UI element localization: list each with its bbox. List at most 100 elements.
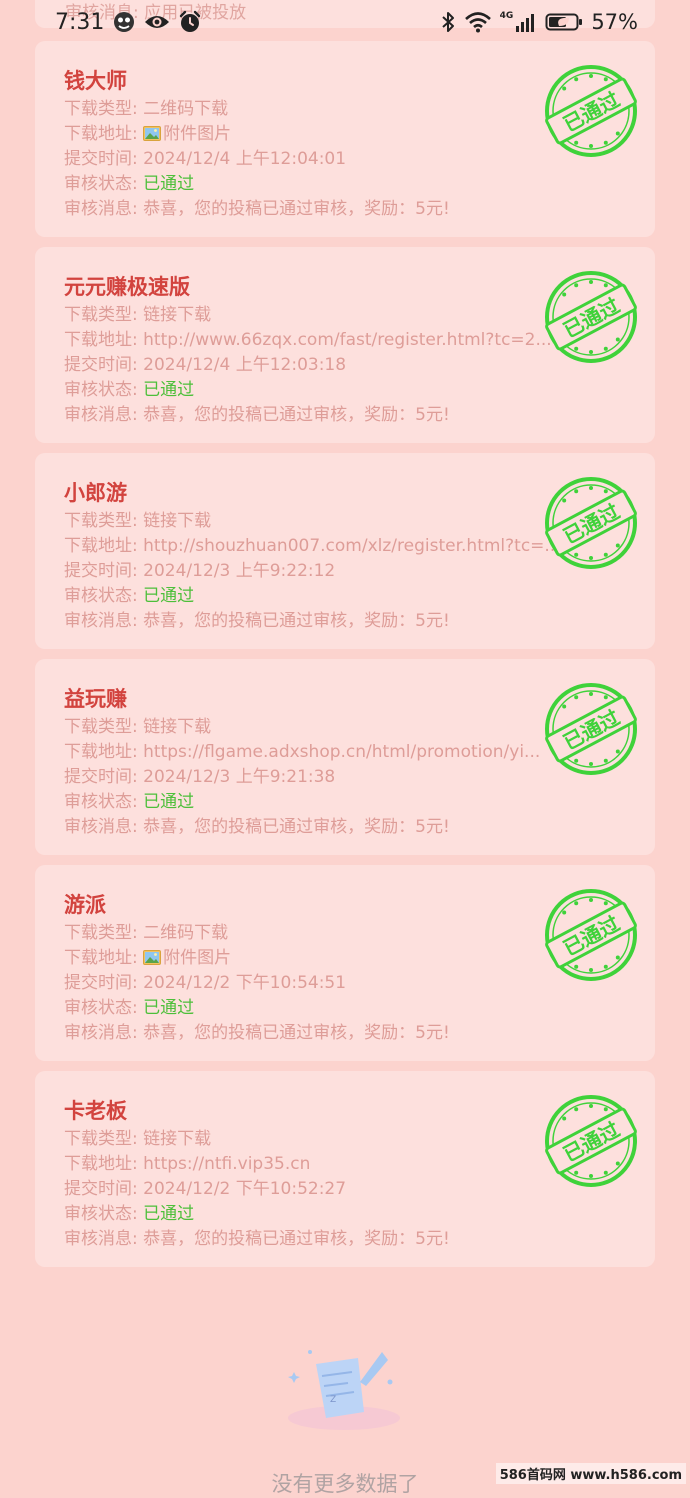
approved-stamp-icon: 已通过 [545,889,637,981]
submit-time-row: 提交时间: 2024/12/2 下午10:54:51 [64,968,624,993]
review-status-label: 审核状态: [64,586,144,606]
download-type-row: 下载类型: 二维码下载 [64,918,624,943]
submit-time-row: 提交时间: 2024/12/3 上午9:22:12 [64,556,624,581]
review-status-value: 已通过 [143,380,195,400]
download-url-label: 下载地址: [64,1154,144,1174]
download-url-value[interactable]: https://flgame.adxshop.cn/html/promotion… [143,742,540,762]
review-message-label: 审核消息: [64,1023,144,1043]
download-type-value: 二维码下载 [143,99,229,119]
download-url-row[interactable]: 下载地址: http://www.66zqx.com/fast/register… [64,325,624,350]
download-type-row: 下载类型: 二维码下载 [64,94,624,119]
review-message-row: 审核消息: 恭喜，您的投稿已通过审核，奖励：5元! [64,1018,624,1043]
download-type-label: 下载类型: [64,1129,144,1149]
download-url-label: 下载地址: [64,742,144,762]
download-url-label: 下载地址: [64,948,144,968]
review-message-label: 审核消息: [64,1229,144,1249]
signal-icon [516,14,535,32]
review-message-value: 恭喜，您的投稿已通过审核，奖励：5元! [143,1023,450,1043]
submit-time-row: 提交时间: 2024/12/3 上午9:21:38 [64,762,624,787]
download-url-value[interactable]: https://ntfi.vip35.cn [143,1154,310,1174]
eye-icon [145,16,170,28]
list-item[interactable]: 钱大师 下载类型: 二维码下载 下载地址: 附件图片 提交时间: 2024/12/4 … [35,41,655,237]
download-url-row[interactable]: 下载地址: http://shouzhuan007.com/xlz/regist… [64,531,624,556]
review-message-label: 审核消息: [64,405,144,425]
app-notification-icon [114,12,135,32]
watermark: 586首码网 www.h586.com [495,1463,686,1484]
download-type-value: 链接下载 [143,305,212,325]
bluetooth-icon [441,12,454,32]
download-type-label: 下载类型: [64,923,144,943]
review-message-label: 审核消息: [64,817,144,837]
download-type-label: 下载类型: [64,511,144,531]
review-message-value: 恭喜，您的投稿已通过审核，奖励：5元! [143,817,450,837]
review-status-row: 审核状态: 已通过 [64,1199,624,1224]
list-item[interactable]: 益玩赚 下载类型: 链接下载 下载地址: https://flgame.adxsho… [35,659,655,855]
review-status-label: 审核状态: [64,380,144,400]
download-url-value[interactable]: 附件图片 [163,124,231,144]
download-type-value: 链接下载 [143,1129,212,1149]
list-item[interactable]: 小郎游 下载类型: 链接下载 下载地址: http://shouzhuan007.c… [35,453,655,649]
download-type-row: 下载类型: 链接下载 [64,300,624,325]
submit-time-label: 提交时间: [64,149,144,169]
battery-icon [545,13,583,31]
review-message-value: 恭喜，您的投稿已通过审核，奖励：5元! [143,611,450,631]
app-title: 游派 [64,893,106,917]
battery-percentage: 57% [591,10,638,34]
review-status-row: 审核状态: 已通过 [64,375,624,400]
submit-time-value: 2024/12/4 上午12:04:01 [143,149,347,169]
review-message-label: 审核消息: [64,199,144,219]
review-status-row: 审核状态: 已通过 [64,169,624,194]
review-status-row: 审核状态: 已通过 [64,787,624,812]
review-message-label: 审核消息: [64,611,144,631]
download-type-value: 链接下载 [143,717,212,737]
download-url-row[interactable]: 下载地址: https://flgame.adxshop.cn/html/pro… [64,737,624,762]
download-url-row[interactable]: 下载地址: 附件图片 [64,943,624,968]
list-item[interactable]: 卡老板 下载类型: 链接下载 下载地址: https://ntfi.vip35.cn… [35,1071,655,1267]
review-status-value: 已通过 [143,792,195,812]
image-icon [143,126,162,141]
clock: 7:31 [55,9,105,35]
submit-time-label: 提交时间: [64,973,144,993]
app-title: 卡老板 [64,1099,127,1123]
review-status-value: 已通过 [143,586,195,606]
review-status-label: 审核状态: [64,998,144,1018]
download-type-value: 二维码下载 [143,923,229,943]
download-url-value[interactable]: http://shouzhuan007.com/xlz/register.htm… [143,536,561,556]
list-item[interactable]: 游派 下载类型: 二维码下载 下载地址: 附件图片 提交时间: 2024/12/2 下… [35,865,655,1061]
app-title: 钱大师 [64,69,127,93]
review-message-value: 恭喜，您的投稿已通过审核，奖励：5元! [143,405,450,425]
submit-time-value: 2024/12/2 下午10:52:27 [143,1179,347,1199]
submit-time-row: 提交时间: 2024/12/4 上午12:03:18 [64,350,624,375]
download-url-row[interactable]: 下载地址: 附件图片 [64,119,624,144]
review-message-row: 审核消息: 恭喜，您的投稿已通过审核，奖励：5元! [64,194,624,219]
download-url-label: 下载地址: [64,124,144,144]
download-url-value[interactable]: http://www.66zqx.com/fast/register.html?… [143,330,552,350]
download-type-label: 下载类型: [64,717,144,737]
download-type-label: 下载类型: [64,305,144,325]
download-type-row: 下载类型: 链接下载 [64,506,624,531]
download-url-row[interactable]: 下载地址: https://ntfi.vip35.cn [64,1149,624,1174]
download-url-value[interactable]: 附件图片 [163,948,231,968]
submit-time-value: 2024/12/3 上午9:21:38 [143,767,336,787]
review-message-value: 恭喜，您的投稿已通过审核，奖励：5元! [143,199,450,219]
review-status-value: 已通过 [143,174,195,194]
status-bar: 7:31 4G 57% [0,0,690,44]
no-data-illustration: Z [288,1350,400,1430]
approved-stamp-icon: 已通过 [545,271,637,363]
submit-time-label: 提交时间: [64,767,144,787]
review-status-value: 已通过 [143,1204,195,1224]
submit-time-label: 提交时间: [64,1179,144,1199]
review-message-value: 恭喜，您的投稿已通过审核，奖励：5元! [143,1229,450,1249]
submit-time-value: 2024/12/4 上午12:03:18 [143,355,347,375]
download-type-row: 下载类型: 链接下载 [64,712,624,737]
review-message-row: 审核消息: 恭喜，您的投稿已通过审核，奖励：5元! [64,400,624,425]
review-message-row: 审核消息: 恭喜，您的投稿已通过审核，奖励：5元! [64,606,624,631]
network-type: 4G [499,11,514,21]
app-title: 益玩赚 [64,687,127,711]
list-item[interactable]: 元元赚极速版 下载类型: 链接下载 下载地址: http://www.66zqx.c… [35,247,655,443]
approved-stamp-icon: 已通过 [545,1095,637,1187]
svg-text:Z: Z [330,1395,336,1405]
app-title: 元元赚极速版 [64,275,190,299]
approved-stamp-icon: 已通过 [545,683,637,775]
approved-stamp-icon: 已通过 [545,65,637,157]
